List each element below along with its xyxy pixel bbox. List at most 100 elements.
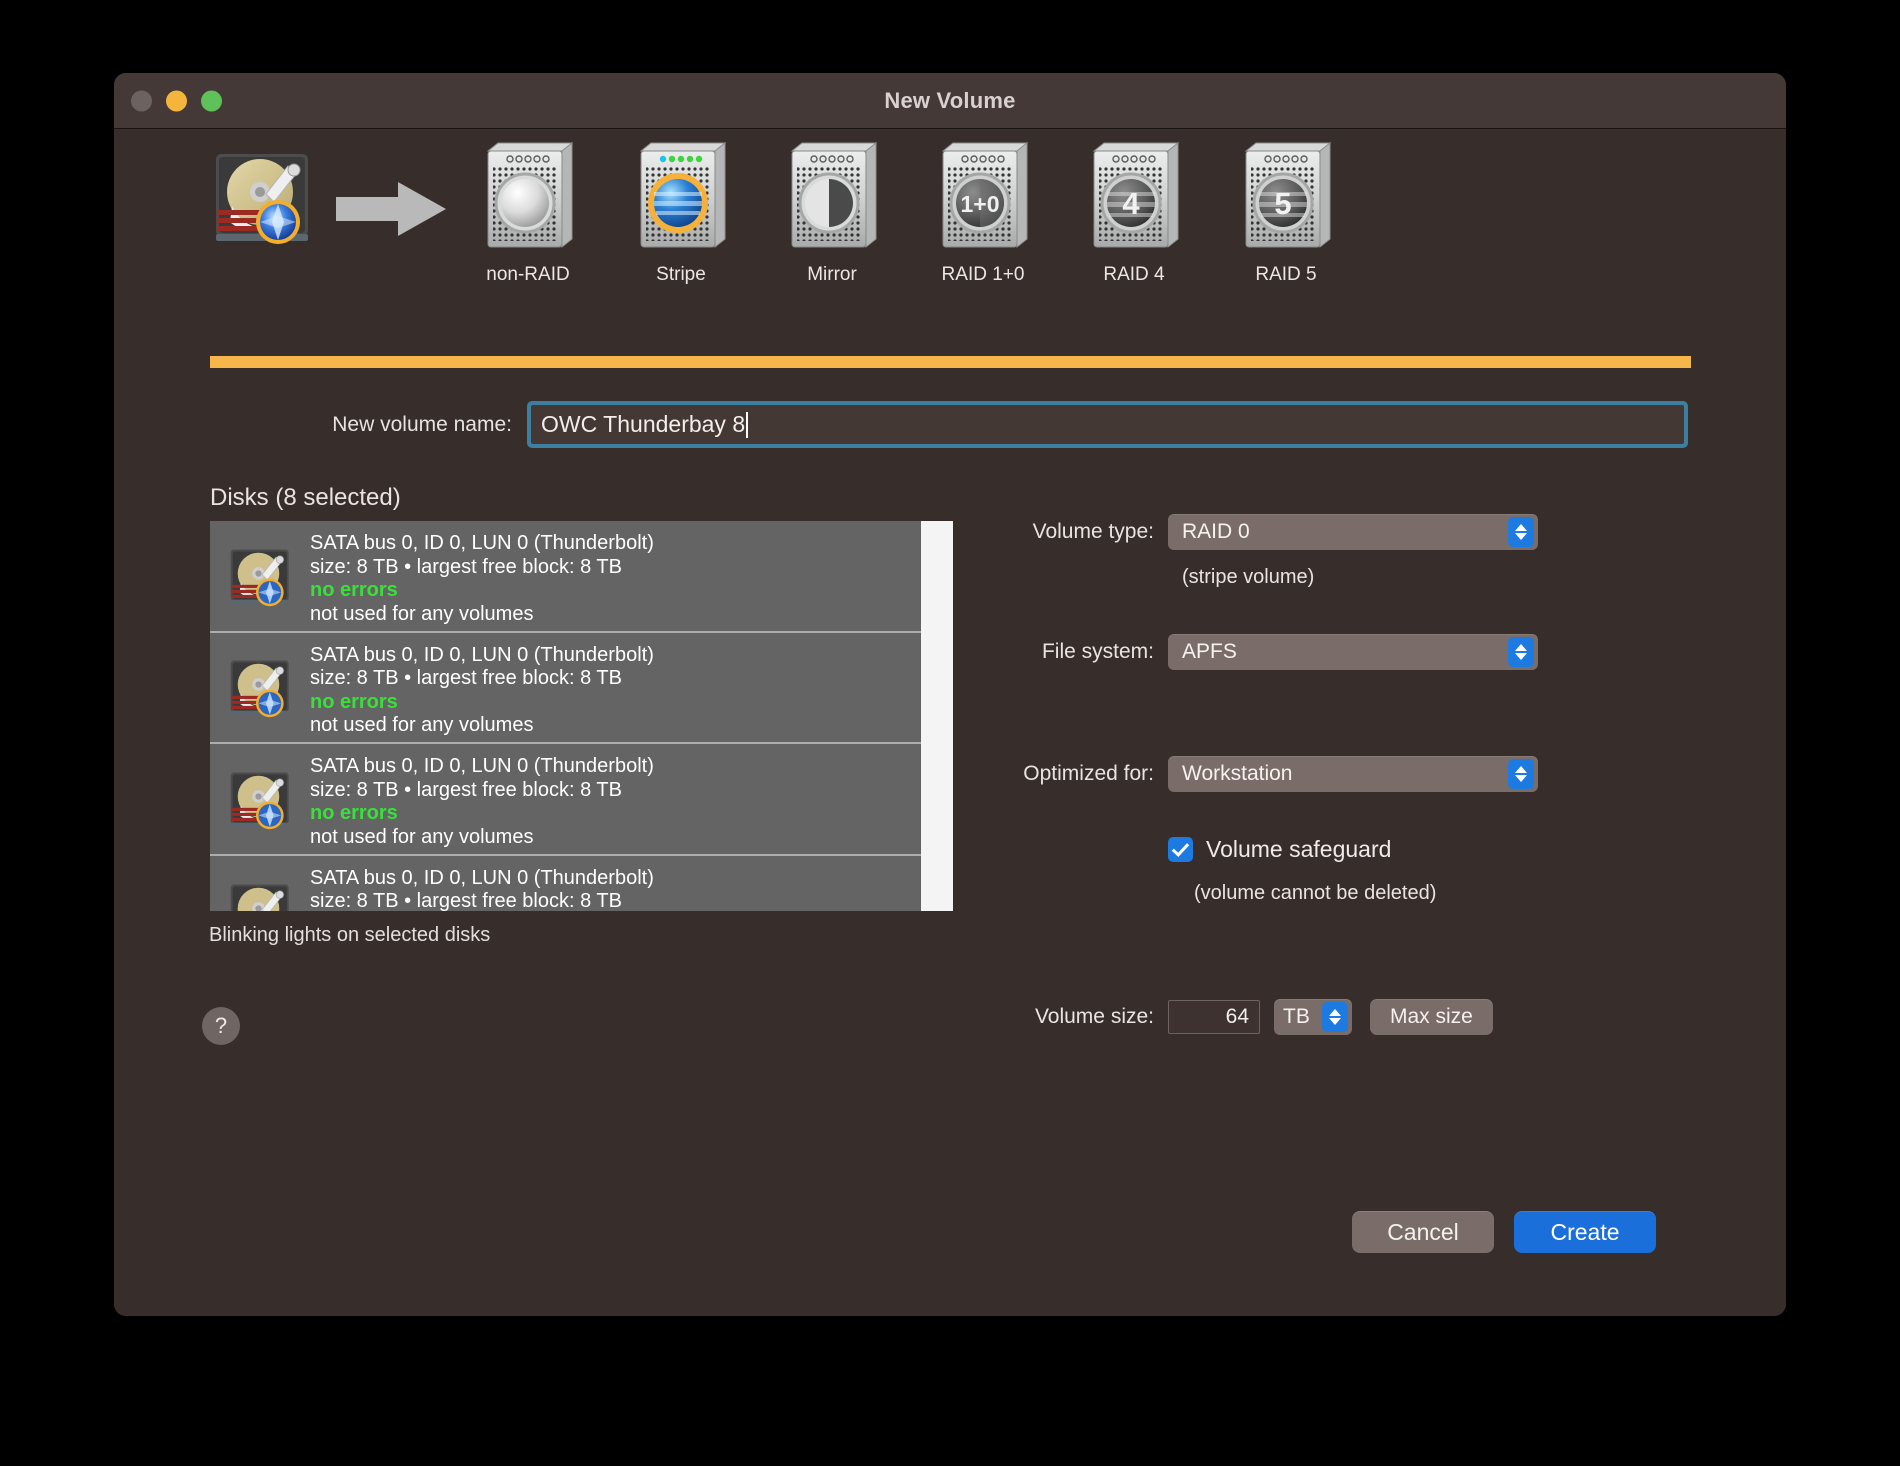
chevron-updown-icon[interactable] — [1508, 637, 1534, 667]
maximize-button-icon[interactable] — [201, 90, 222, 111]
volume-size-label: Volume size: — [1034, 1005, 1154, 1028]
volume-name-value: OWC Thunderbay 8 — [541, 411, 746, 437]
create-button[interactable]: Create — [1514, 1211, 1656, 1253]
accent-bar — [210, 356, 1691, 368]
raid-type-label: Stripe — [656, 264, 706, 285]
file-system-row: File system: APFS — [904, 634, 1538, 670]
raid-type-chooser: non-RAID Stripe Mirror 1+0 RAID 1+0 4 RA… — [114, 129, 1786, 334]
disk-size: size: 8 TB • largest free block: 8 TB — [310, 555, 622, 578]
new-volume-window: New Volume non-RAID Stripe Mirror 1+0 RA… — [114, 73, 1786, 1316]
volume-size-row: Volume size: 64 TB Max size — [904, 999, 1493, 1035]
disk-info: SATA bus 0, ID 0, LUN 0 (Thunderbolt) si… — [310, 755, 654, 849]
cancel-button[interactable]: Cancel — [1352, 1211, 1494, 1253]
optimized-for-row: Optimized for: Workstation — [904, 756, 1538, 792]
raid-type-stripe[interactable]: Stripe — [622, 137, 740, 286]
disk-size: size: 8 TB • largest free block: 8 TB — [310, 778, 622, 801]
disk-list[interactable]: SATA bus 0, ID 0, LUN 0 (Thunderbolt) si… — [210, 521, 953, 911]
blinking-lights-note: Blinking lights on selected disks — [209, 924, 491, 946]
volume-size-value: 64 — [1225, 1005, 1249, 1028]
hard-disk-icon — [210, 142, 318, 250]
file-system-select[interactable]: APFS — [1168, 634, 1538, 670]
volume-size-input[interactable]: 64 — [1168, 1000, 1260, 1034]
raid-type-label: RAID 5 — [1255, 264, 1317, 285]
disk-title: SATA bus 0, ID 0, LUN 0 (Thunderbolt) — [310, 532, 654, 554]
help-button[interactable]: ? — [202, 1007, 240, 1045]
disk-list-item[interactable]: SATA bus 0, ID 0, LUN 0 (Thunderbolt) si… — [210, 633, 921, 744]
raid-type-non-raid[interactable]: non-RAID — [469, 137, 587, 286]
window-body: non-RAID Stripe Mirror 1+0 RAID 1+0 4 RA… — [114, 129, 1786, 1316]
file-system-label: File system: — [1041, 640, 1154, 663]
hard-disk-icon — [227, 765, 295, 833]
volume-name-row: New volume name: OWC Thunderbay 8 — [114, 401, 1786, 451]
hard-disk-icon — [227, 542, 295, 610]
disk-usage: not used for any volumes — [310, 714, 534, 736]
disk-title: SATA bus 0, ID 0, LUN 0 (Thunderbolt) — [310, 866, 654, 889]
svg-text:1+0: 1+0 — [960, 191, 999, 217]
disk-info: SATA bus 0, ID 0, LUN 0 (Thunderbolt) si… — [310, 867, 654, 912]
disk-list-item[interactable]: SATA bus 0, ID 0, LUN 0 (Thunderbolt) si… — [210, 744, 921, 856]
window-titlebar: New Volume — [114, 73, 1786, 129]
volume-safeguard-label: Volume safeguard — [1206, 836, 1392, 862]
volume-type-label: Volume type: — [1032, 520, 1154, 543]
disk-usage: not used for any volumes — [310, 825, 534, 848]
text-cursor-icon — [746, 411, 749, 438]
disk-usage: not used for any volumes — [310, 602, 534, 625]
disk-status: no errors — [310, 802, 398, 824]
volume-type-select[interactable]: RAID 0 — [1168, 514, 1538, 550]
raid-type-label: non-RAID — [486, 264, 570, 285]
volume-safeguard-row[interactable]: Volume safeguard — [1168, 836, 1391, 863]
disk-list-viewport: SATA bus 0, ID 0, LUN 0 (Thunderbolt) si… — [210, 521, 921, 911]
enclosure-mirror-icon — [773, 137, 891, 258]
optimized-for-label: Optimized for: — [1023, 762, 1154, 785]
volume-type-value: RAID 0 — [1182, 520, 1250, 543]
chevron-updown-icon[interactable] — [1508, 517, 1534, 547]
max-size-button[interactable]: Max size — [1370, 999, 1493, 1035]
disk-info: SATA bus 0, ID 0, LUN 0 (Thunderbolt) si… — [310, 532, 654, 626]
raid-type-label: Mirror — [807, 264, 857, 285]
right-arrow-icon — [336, 180, 446, 238]
raid-type-raid-1-0[interactable]: 1+0 RAID 1+0 — [924, 137, 1042, 286]
disk-list-item[interactable]: SATA bus 0, ID 0, LUN 0 (Thunderbolt) si… — [210, 521, 921, 633]
disk-size: size: 8 TB • largest free block: 8 TB — [310, 667, 622, 689]
disk-status: no errors — [310, 690, 398, 713]
window-controls — [131, 90, 222, 111]
volume-size-unit-value: TB — [1283, 1005, 1310, 1028]
enclosure-stripe-icon — [622, 137, 740, 258]
svg-text:5: 5 — [1274, 186, 1291, 221]
window-title: New Volume — [884, 87, 1016, 113]
volume-size-unit-select[interactable]: TB — [1274, 999, 1352, 1035]
raid-type-label: RAID 1+0 — [941, 264, 1025, 285]
disk-info: SATA bus 0, ID 0, LUN 0 (Thunderbolt) si… — [310, 644, 654, 738]
chevron-updown-icon[interactable] — [1508, 759, 1534, 789]
disk-list-item[interactable]: SATA bus 0, ID 0, LUN 0 (Thunderbolt) si… — [210, 856, 921, 912]
enclosure-raid4-icon: 4 — [1075, 137, 1193, 258]
disk-size: size: 8 TB • largest free block: 8 TB — [310, 890, 622, 911]
screen: New Volume non-RAID Stripe Mirror 1+0 RA… — [0, 0, 1900, 1466]
volume-safeguard-checkbox[interactable] — [1168, 837, 1193, 862]
file-system-value: APFS — [1182, 640, 1237, 663]
svg-text:4: 4 — [1122, 186, 1140, 221]
chevron-updown-icon[interactable] — [1322, 1002, 1348, 1032]
hard-disk-icon — [227, 877, 295, 911]
hard-disk-icon — [227, 653, 295, 721]
volume-type-row: Volume type: RAID 0 — [904, 514, 1538, 550]
optimized-for-value: Workstation — [1182, 762, 1293, 785]
optimized-for-select[interactable]: Workstation — [1168, 756, 1538, 792]
enclosure-raid5-icon: 5 — [1227, 137, 1345, 258]
raid-type-raid-5[interactable]: 5 RAID 5 — [1227, 137, 1345, 286]
enclosure-raid10-icon: 1+0 — [924, 137, 1042, 258]
volume-name-label: New volume name: — [332, 413, 512, 436]
disk-title: SATA bus 0, ID 0, LUN 0 (Thunderbolt) — [310, 755, 654, 777]
enclosure-nonraid-icon — [469, 137, 587, 258]
disk-status: no errors — [310, 579, 398, 601]
raid-type-raid-4[interactable]: 4 RAID 4 — [1075, 137, 1193, 286]
raid-type-label: RAID 4 — [1103, 264, 1165, 285]
settings-panel: Volume type: RAID 0 (stripe volume) File… — [904, 514, 1784, 1074]
disk-title: SATA bus 0, ID 0, LUN 0 (Thunderbolt) — [310, 643, 654, 666]
volume-safeguard-note: (volume cannot be deleted) — [1194, 882, 1437, 904]
raid-type-mirror[interactable]: Mirror — [773, 137, 891, 286]
close-button-icon[interactable] — [131, 90, 152, 111]
minimize-button-icon[interactable] — [166, 90, 187, 111]
disks-heading: Disks (8 selected) — [210, 484, 401, 511]
volume-name-input[interactable]: OWC Thunderbay 8 — [527, 401, 1688, 448]
